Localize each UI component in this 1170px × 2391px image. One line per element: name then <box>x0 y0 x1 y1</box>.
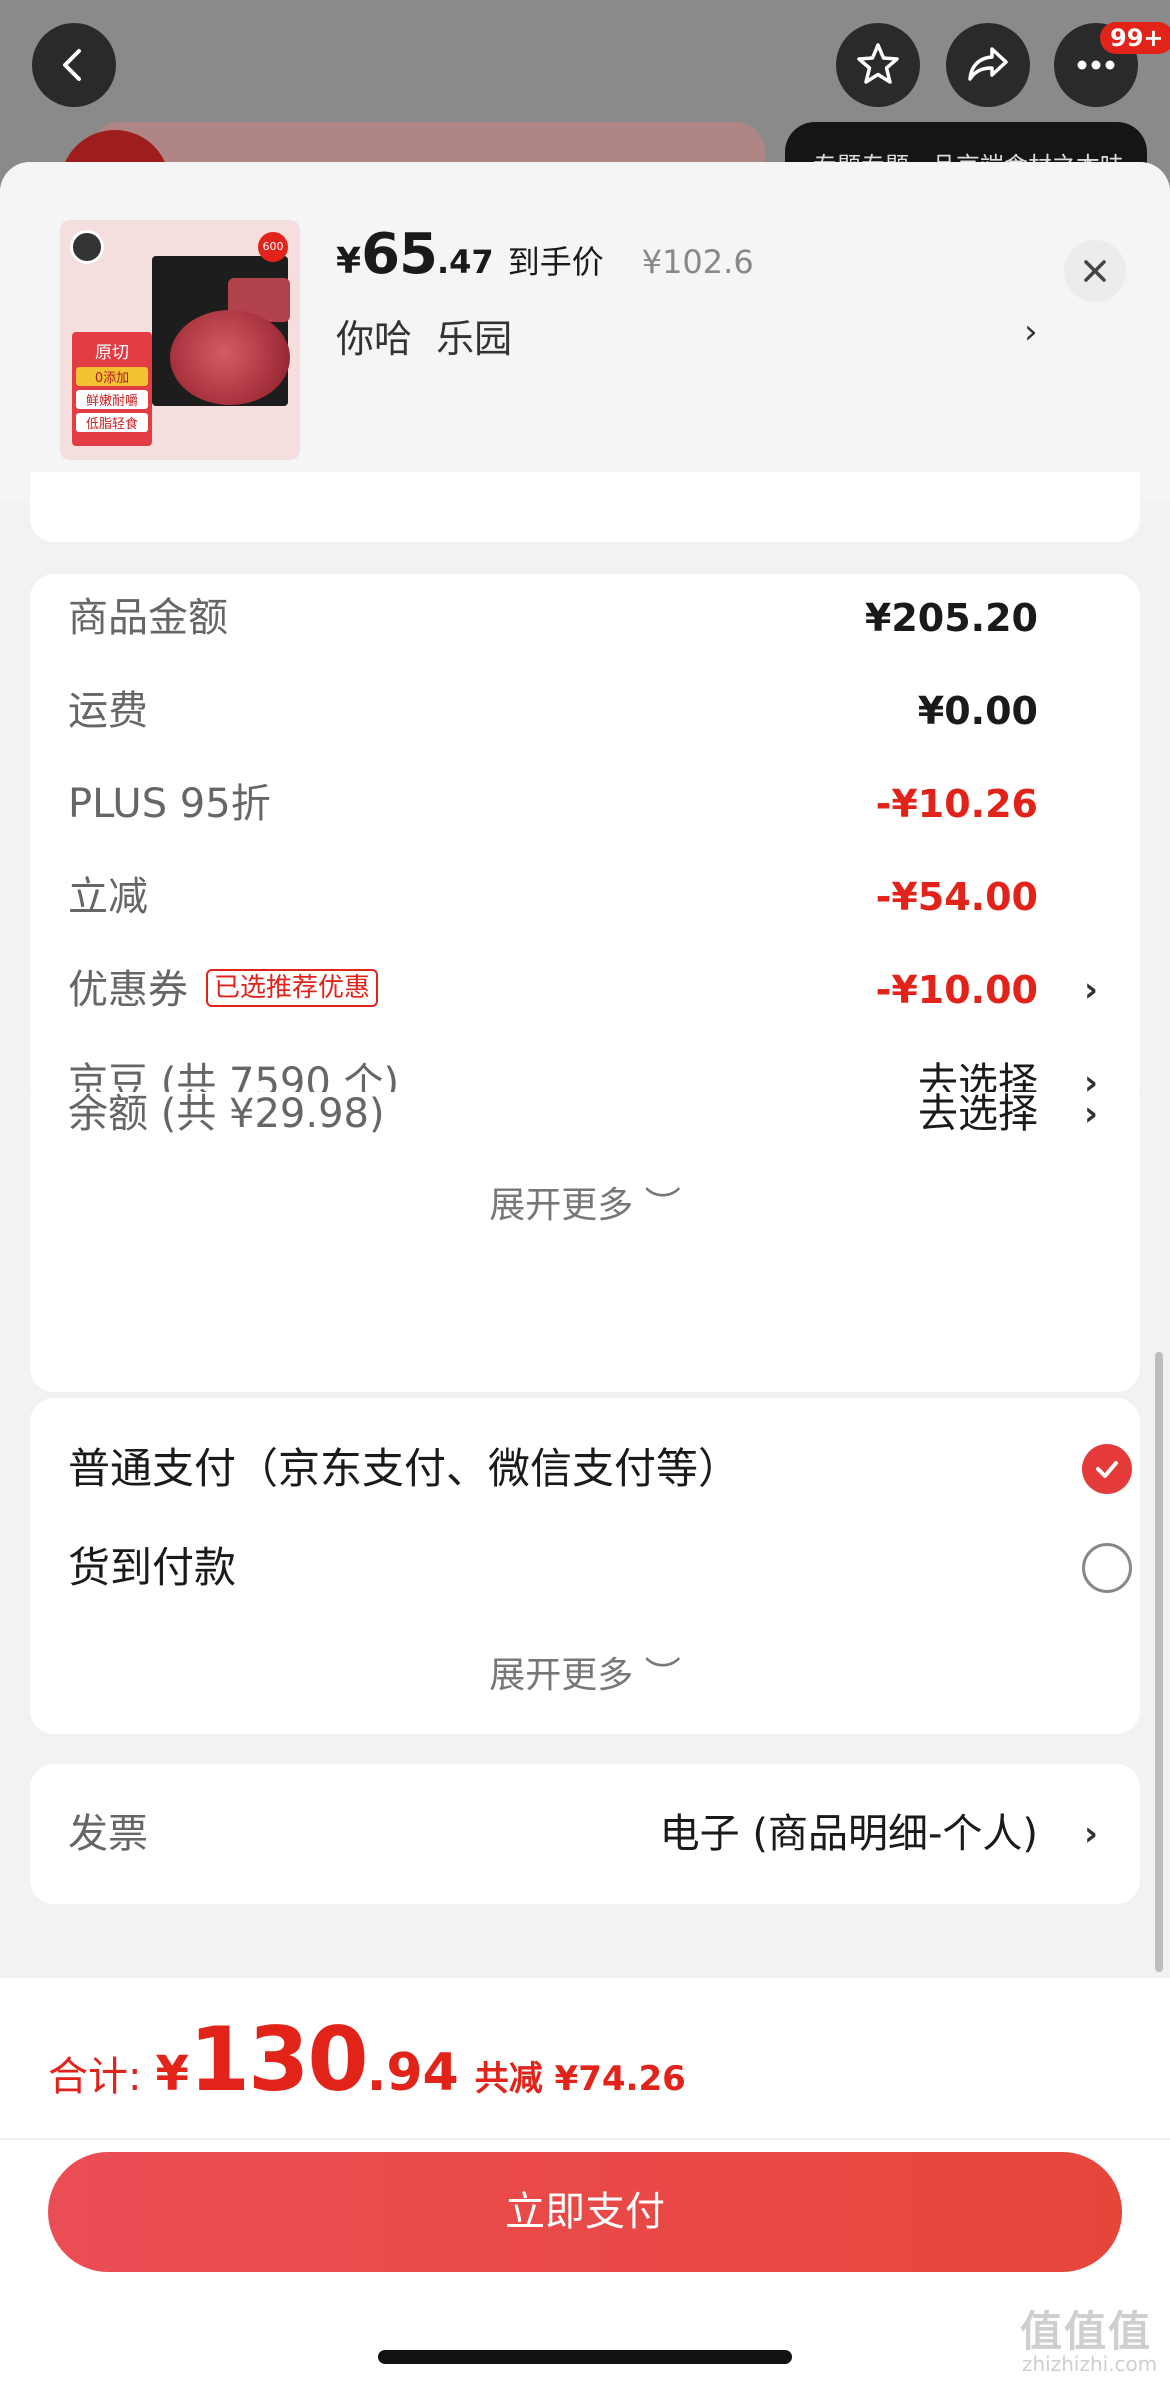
thumb-tag-feature-1: 鲜嫩耐嚼 <box>76 390 148 409</box>
summary-value: -¥10.26 <box>875 782 1038 826</box>
summary-value: -¥10.00 <box>875 968 1038 1012</box>
checkout-footer: 合计: ¥ 130 .94 共减 ¥74.26 立即支付 <box>0 1978 1170 2391</box>
product-header: 600 原切 0添加 鲜嫩耐嚼 低脂轻食 ¥ 65 .47 到手价 ¥102.6… <box>0 162 1170 502</box>
price-summary-card-continued: 余额 (共 ¥29.98) 去选择 › 展开更多 ︶ <box>30 1091 1140 1392</box>
thumb-tag-feature-2: 低脂轻食 <box>76 413 148 432</box>
price-currency: ¥ <box>336 241 362 282</box>
invoice-label: 发票 <box>68 1811 148 1857</box>
footer-divider <box>0 2138 1170 2140</box>
thumb-red-tag: 原切 0添加 鲜嫩耐嚼 低脂轻食 <box>72 332 152 446</box>
home-indicator[interactable] <box>378 2350 792 2364</box>
chevron-right-icon: › <box>1083 970 1098 1010</box>
payment-method-card: 普通支付（京东支付、微信支付等） 货到付款 展开更多 ︶ <box>30 1398 1140 1734</box>
expand-more-button[interactable]: 展开更多 ︶ <box>30 1176 1140 1228</box>
chevron-right-icon[interactable]: › <box>1024 312 1038 352</box>
close-button[interactable] <box>1064 240 1126 302</box>
summary-label: PLUS 95折 <box>68 781 271 827</box>
summary-row-goods-amount: 商品金额 ¥205.20 <box>68 588 1128 648</box>
summary-value: -¥54.00 <box>875 875 1038 919</box>
summary-value: 去选择 <box>918 1091 1038 1137</box>
radio-checked-icon[interactable] <box>1082 1444 1132 1494</box>
summary-value: ¥0.00 <box>917 689 1038 733</box>
price-label: 到手价 <box>507 243 604 281</box>
star-icon <box>857 43 899 84</box>
favorite-button[interactable] <box>836 23 920 107</box>
thumb-badge: 600 <box>258 232 288 262</box>
summary-label: 运费 <box>68 688 148 734</box>
summary-label: 商品金额 <box>68 595 228 641</box>
payment-option-label: 普通支付（京东支付、微信支付等） <box>68 1444 741 1493</box>
chevron-right-icon: › <box>1083 1094 1098 1134</box>
invoice-value: 电子 (商品明细-个人) <box>659 1811 1038 1857</box>
coupon-recommended-tag: 已选推荐优惠 <box>206 969 379 1007</box>
order-total: 合计: ¥ 130 .94 共减 ¥74.26 <box>48 2008 686 2111</box>
thumb-tag-text: 原切 <box>95 343 129 363</box>
share-button[interactable] <box>946 23 1030 107</box>
summary-row-coupon[interactable]: 优惠券 已选推荐优惠 -¥10.00 › <box>68 960 1128 1020</box>
selected-variant[interactable]: 你哈 乐园 <box>336 308 512 363</box>
thumb-steak <box>170 310 290 405</box>
brand-emblem-icon <box>70 230 104 264</box>
payment-option-cod[interactable]: 货到付款 <box>68 1533 1132 1603</box>
price-integer: 65 <box>361 222 438 287</box>
watermark-logo: 值值值 <box>1020 2307 1153 2356</box>
summary-label: 优惠券 已选推荐优惠 <box>68 960 379 1020</box>
back-button[interactable] <box>32 23 116 107</box>
payment-option-online[interactable]: 普通支付（京东支付、微信支付等） <box>68 1434 1132 1504</box>
coupon-label: 优惠券 <box>68 967 188 1013</box>
back-arrow-icon <box>63 49 81 81</box>
pay-now-button[interactable]: 立即支付 <box>48 2152 1122 2272</box>
summary-row-plus-discount: PLUS 95折 -¥10.26 <box>68 774 1128 834</box>
radio-unchecked-icon[interactable] <box>1082 1543 1132 1593</box>
invoice-row[interactable]: 发票 电子 (商品明细-个人) › <box>68 1804 1128 1864</box>
total-currency: ¥ <box>155 2046 189 2102</box>
total-integer: 130 <box>188 2008 369 2111</box>
summary-row-balance[interactable]: 余额 (共 ¥29.98) 去选择 › <box>68 1084 1128 1144</box>
product-price: ¥ 65 .47 到手价 ¥102.6 <box>336 222 754 287</box>
expand-more-button[interactable]: 展开更多 ︶ <box>30 1646 1140 1698</box>
total-decimal: .94 <box>366 2043 459 2103</box>
summary-value: ¥205.20 <box>864 596 1038 640</box>
summary-row-shipping: 运费 ¥0.00 <box>68 681 1128 741</box>
total-label: 合计: <box>48 2054 142 2100</box>
payment-option-label: 货到付款 <box>68 1543 237 1592</box>
thumb-tag-highlight: 0添加 <box>76 367 148 386</box>
notification-badge: 99+ <box>1100 22 1170 54</box>
watermark-url: zhizhizhi.com <box>1022 2352 1158 2376</box>
close-icon <box>1084 260 1106 282</box>
original-price: ¥102.6 <box>641 243 754 281</box>
total-saved: 共减 ¥74.26 <box>474 2059 686 2099</box>
summary-label: 余额 (共 ¥29.98) <box>68 1091 385 1137</box>
share-icon <box>968 47 1008 81</box>
previous-card-bottom <box>30 472 1140 542</box>
price-summary-card: 商品金额 ¥205.20 运费 ¥0.00 PLUS 95折 -¥10.26 立… <box>30 574 1140 1108</box>
product-thumbnail[interactable]: 600 原切 0添加 鲜嫩耐嚼 低脂轻食 <box>60 220 300 460</box>
summary-row-instant-discount: 立减 -¥54.00 <box>68 867 1128 927</box>
chevron-right-icon: › <box>1083 1814 1098 1854</box>
scrollbar[interactable] <box>1155 1352 1163 1972</box>
summary-label: 立减 <box>68 874 148 920</box>
price-decimal: .47 <box>437 243 494 281</box>
invoice-card[interactable]: 发票 电子 (商品明细-个人) › <box>30 1764 1140 1904</box>
